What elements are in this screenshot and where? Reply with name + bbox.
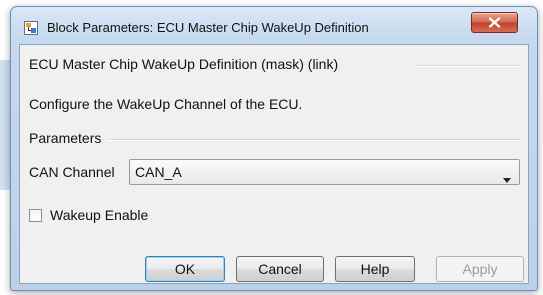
ok-button[interactable]: OK xyxy=(145,256,225,282)
help-button[interactable]: Help xyxy=(335,256,415,282)
mask-title: ECU Master Chip WakeUp Definition (mask)… xyxy=(29,56,339,72)
can-channel-select[interactable]: CAN_A xyxy=(129,159,520,185)
cancel-button[interactable]: Cancel xyxy=(236,256,324,282)
block-parameters-dialog: Block Parameters: ECU Master Chip WakeUp… xyxy=(10,6,538,291)
chevron-down-icon xyxy=(503,170,511,188)
wakeup-enable-checkbox[interactable] xyxy=(29,209,42,222)
dialog-content: ECU Master Chip WakeUp Definition (mask)… xyxy=(19,44,529,284)
can-channel-label: CAN Channel xyxy=(29,164,115,180)
can-channel-value: CAN_A xyxy=(135,164,182,180)
wakeup-enable-label[interactable]: Wakeup Enable xyxy=(50,207,148,223)
title-bar[interactable]: Block Parameters: ECU Master Chip WakeUp… xyxy=(11,7,537,43)
apply-button[interactable]: Apply xyxy=(436,256,524,282)
window-title: Block Parameters: ECU Master Chip WakeUp… xyxy=(47,20,369,35)
simulink-block-icon xyxy=(24,21,38,35)
close-button[interactable] xyxy=(471,12,518,33)
parameters-divider xyxy=(108,139,520,141)
mask-description: Configure the WakeUp Channel of the ECU. xyxy=(29,96,303,112)
parameters-title: Parameters xyxy=(29,130,102,146)
mask-title-divider xyxy=(415,65,520,67)
